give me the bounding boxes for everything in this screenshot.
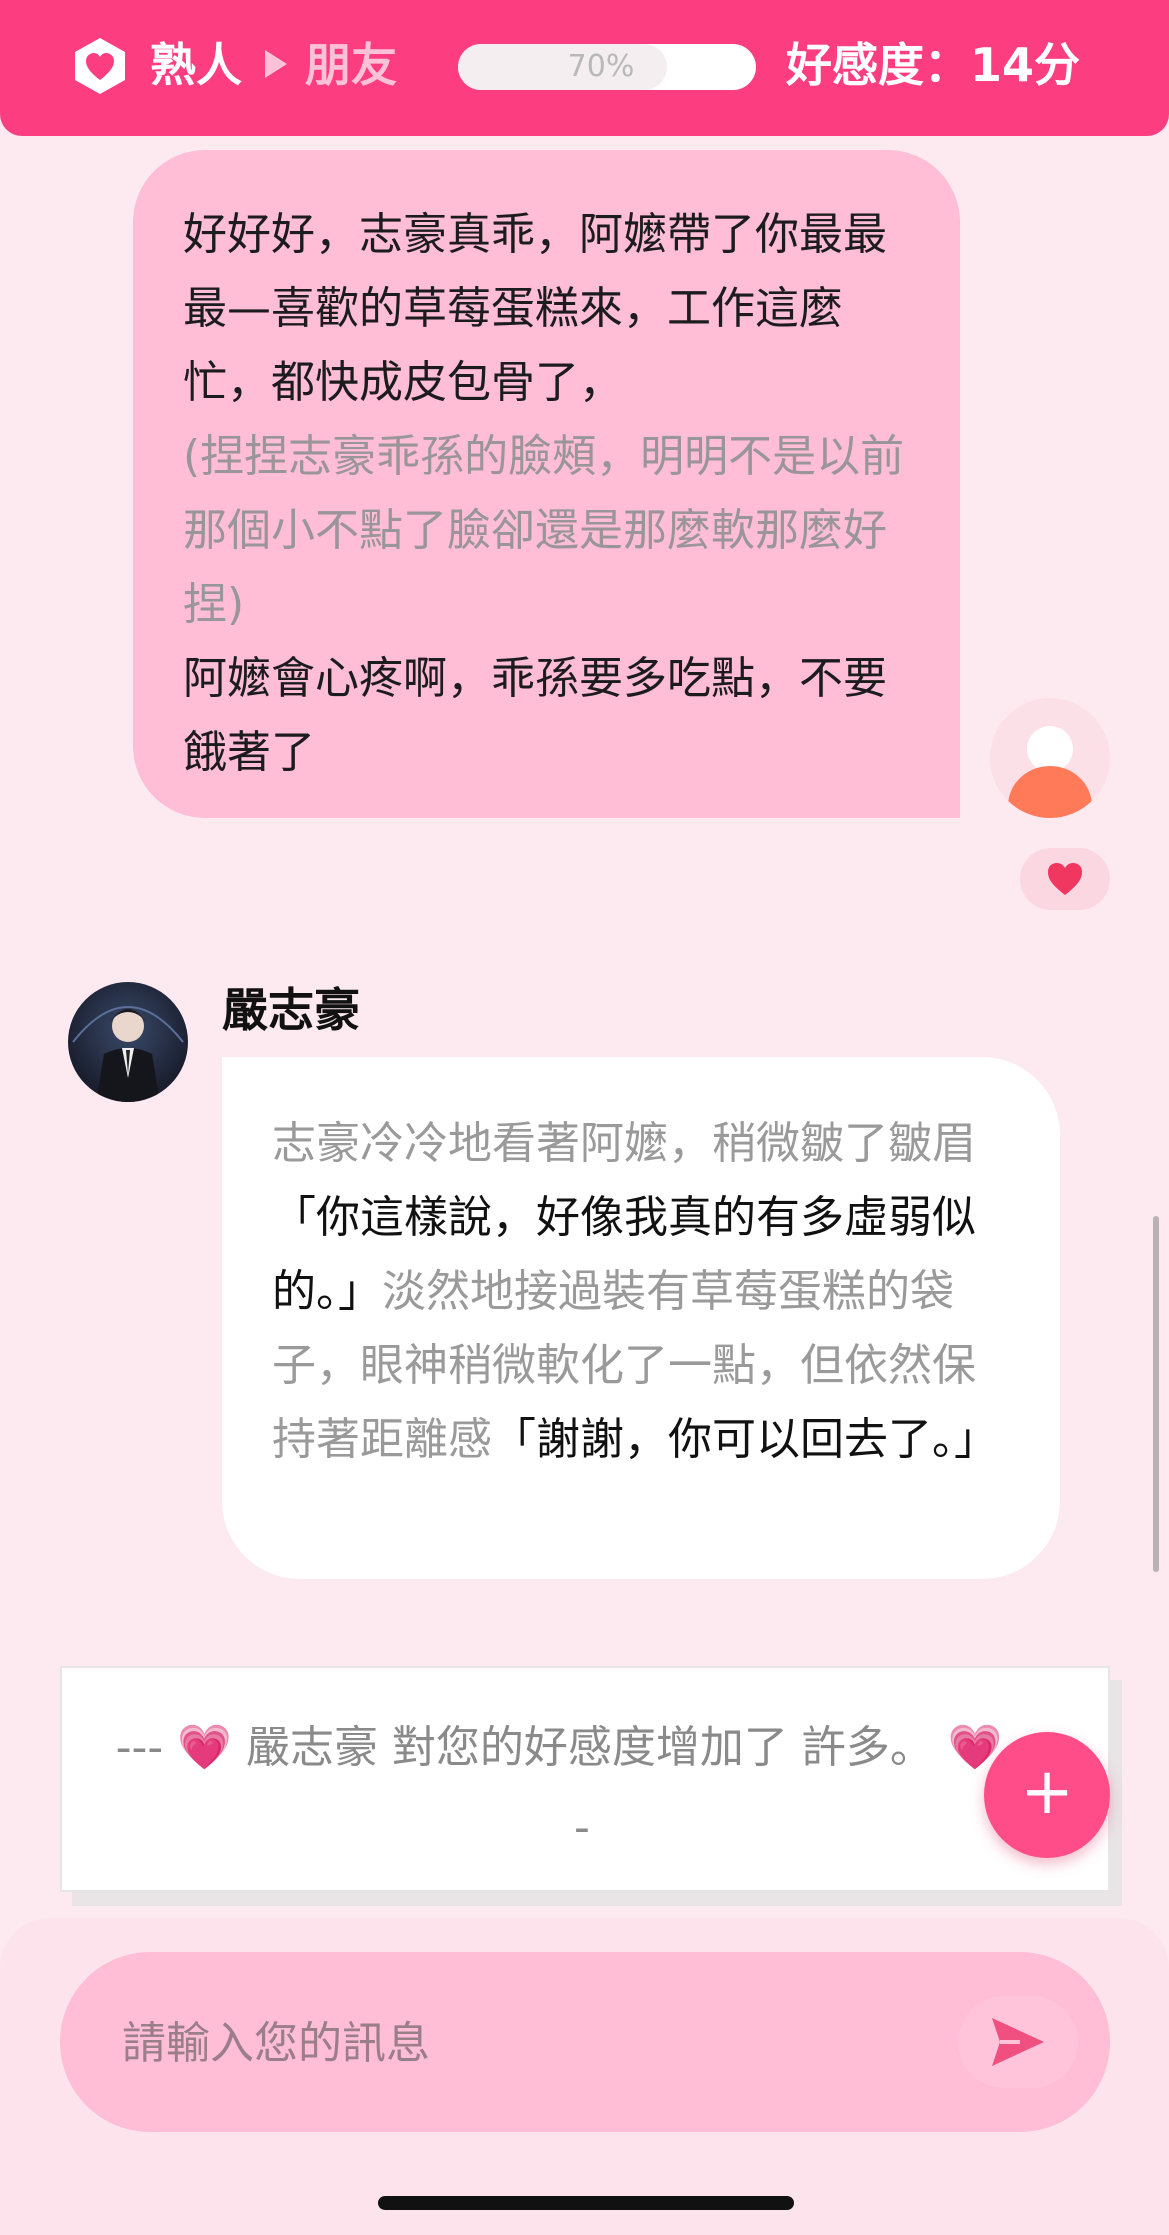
send-icon [992, 2018, 1044, 2066]
character-message-bubble: 志豪冷冷地看著阿嬤，稍微皺了皺眉「你這樣說，好像我真的有多虛弱似的。」淡然地接過… [222, 1057, 1060, 1579]
heart-hexagon-icon [75, 38, 125, 94]
affection-notification: --- 💗 嚴志豪 對您的好感度增加了 許多。 💗 --- [60, 1666, 1110, 1892]
character-portrait-image [72, 1006, 184, 1102]
triangle-right-icon [265, 50, 287, 78]
notification-text: --- 💗 嚴志豪 對您的好感度增加了 許多。 💗 --- [115, 1722, 1049, 1853]
heart-icon [1048, 863, 1082, 895]
message-composer [60, 1952, 1110, 2132]
scrollbar[interactable] [1153, 1216, 1159, 1572]
relationship-header: 熟人 朋友 70% 好感度：14分 [0, 0, 1169, 136]
user-message-text: 好好好，志豪真乖，阿嬤帶了你最最最—喜歡的草莓蛋糕來，工作這麼忙，都快成皮包骨了… [183, 198, 923, 790]
user-message-bubble: 好好好，志豪真乖，阿嬤帶了你最最最—喜歡的草莓蛋糕來，工作這麼忙，都快成皮包骨了… [133, 150, 960, 818]
plus-icon: + [1020, 1755, 1074, 1829]
affection-score: 好感度：14分 [786, 38, 1081, 92]
user-message-line: 阿嬤會心疼啊，乖孫要多吃點，不要餓著了 [183, 653, 887, 778]
narration-text: 志豪冷冷地看著阿嬤，稍微皺了皺眉 [272, 1118, 976, 1169]
next-relation-label: 朋友 [305, 38, 397, 92]
message-input[interactable] [120, 2000, 944, 2086]
user-message-line: 好好好，志豪真乖，阿嬤帶了你最最最—喜歡的草莓蛋糕來，工作這麼忙，都快成皮包骨了… [183, 209, 887, 408]
character-name: 嚴志豪 [222, 983, 360, 1037]
character-message-text: 志豪冷冷地看著阿嬤，稍微皺了皺眉「你這樣說，好像我真的有多虛弱似的。」淡然地接過… [272, 1107, 1012, 1477]
speech-text: 「謝謝，你可以回去了。」 [492, 1414, 998, 1465]
user-action-text: (捏捏志豪乖孫的臉頰，明明不是以前那個小不點了臉卻還是那麼軟那麼好捏) [183, 431, 905, 630]
avatar-body [1008, 766, 1092, 818]
progress-label: 70% [567, 49, 635, 84]
current-relation-label: 熟人 [150, 38, 242, 92]
add-button[interactable]: + [984, 1732, 1110, 1858]
user-avatar-icon[interactable] [990, 698, 1110, 818]
home-indicator[interactable] [378, 2196, 794, 2210]
relationship-progress-bar: 70% [458, 44, 756, 90]
character-avatar[interactable] [68, 982, 188, 1102]
like-button[interactable] [1020, 848, 1110, 910]
send-button[interactable] [958, 1996, 1078, 2088]
